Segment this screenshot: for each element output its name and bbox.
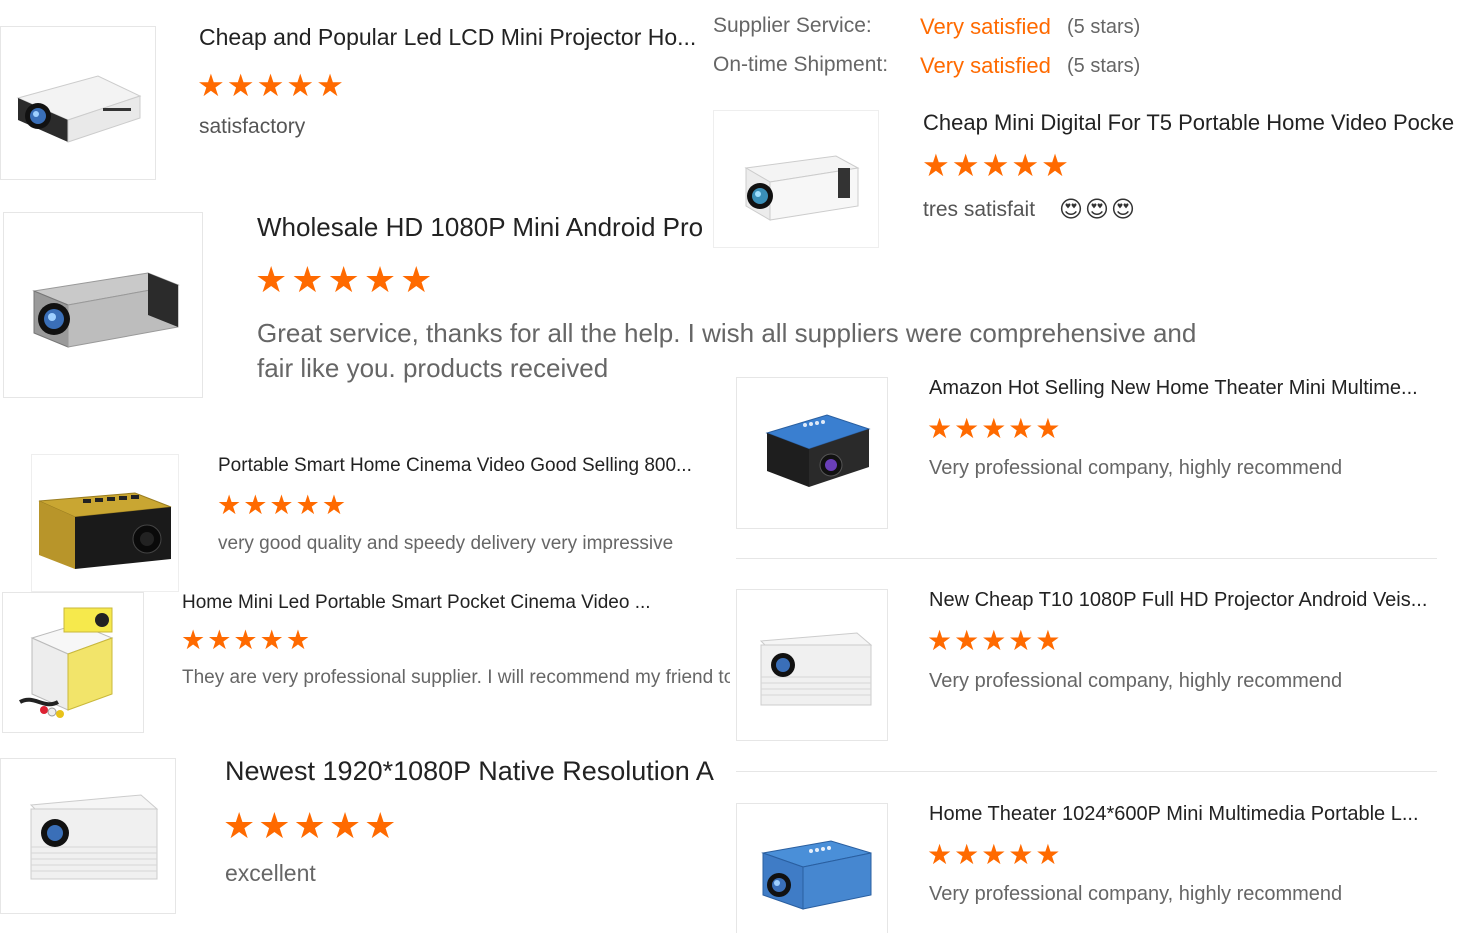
review-comment: very good quality and speedy delivery ve… [218, 533, 674, 554]
product-thumbnail[interactable] [713, 110, 879, 248]
supplier-service-value: Very satisfied [920, 14, 1051, 39]
review-comment: excellent [225, 860, 316, 886]
silver-projector-icon [32, 272, 180, 348]
star-rating: ★★★★★ [197, 68, 346, 103]
review-product-title[interactable]: Portable Smart Home Cinema Video Good Se… [218, 455, 711, 477]
divider [736, 558, 1437, 559]
star-rating: ★★★★★ [223, 805, 400, 846]
review-comment-continued: fair like you. products received [257, 353, 609, 383]
review-product-title[interactable]: Newest 1920*1080P Native Resolution A [225, 756, 730, 787]
product-thumbnail[interactable] [736, 803, 888, 933]
product-thumbnail[interactable] [0, 26, 156, 180]
product-thumbnail[interactable] [0, 758, 176, 914]
review-comment: tres satisfait [923, 198, 1036, 221]
review-comment: Very professional company, highly recomm… [929, 883, 1343, 905]
review-comment: Great service, thanks for all the help. … [257, 318, 1197, 348]
product-thumbnail[interactable] [736, 377, 888, 529]
star-rating: ★★★★★ [927, 839, 1063, 870]
blue-projector-icon [761, 839, 872, 910]
product-thumbnail[interactable] [736, 589, 888, 741]
yellow-mini-projector-icon [19, 607, 114, 718]
product-thumbnail[interactable] [2, 592, 144, 733]
product-thumbnail[interactable] [31, 454, 179, 592]
review-product-title[interactable]: Cheap and Popular Led LCD Mini Projector… [199, 24, 711, 51]
yellow-projector-icon [38, 492, 172, 569]
star-rating: ★★★★★ [927, 413, 1063, 444]
review-comment: They are very professional supplier. I w… [182, 667, 730, 688]
review-comment: Very professional company, highly recomm… [929, 457, 1343, 479]
review-product-title[interactable]: Wholesale HD 1080P Mini Android Pro [257, 212, 711, 243]
review-comment: Very professional company, highly recomm… [929, 670, 1343, 692]
shipment-value: Very satisfied [920, 53, 1051, 78]
star-rating: ★★★★★ [255, 259, 437, 300]
heart-eyes-emoji: 😍😍😍 [1059, 196, 1137, 222]
star-rating: ★★★★★ [217, 490, 349, 520]
white-projector-icon [16, 75, 142, 143]
star-rating: ★★★★★ [181, 625, 313, 655]
shipment-stars: (5 stars) [1067, 55, 1141, 77]
product-thumbnail[interactable] [3, 212, 203, 398]
blue-projector-icon [765, 414, 871, 487]
white-projector-icon [29, 794, 159, 880]
star-rating: ★★★★★ [927, 625, 1063, 656]
white-projector-icon [759, 632, 873, 706]
supplier-service-label: Supplier Service: [713, 14, 872, 37]
review-product-title[interactable]: Home Theater 1024*600P Mini Multimedia P… [929, 803, 1449, 826]
divider [736, 771, 1437, 772]
review-product-title[interactable]: Amazon Hot Selling New Home Theater Mini… [929, 377, 1449, 400]
review-product-title[interactable]: Home Mini Led Portable Smart Pocket Cine… [182, 592, 711, 614]
review-comment: satisfactory [199, 115, 306, 138]
shipment-label: On-time Shipment: [713, 53, 889, 76]
star-rating: ★★★★★ [922, 148, 1071, 183]
review-product-title[interactable]: Cheap Mini Digital For T5 Portable Home … [923, 110, 1462, 136]
supplier-service-stars: (5 stars) [1067, 16, 1141, 38]
white-projector-icon [744, 155, 860, 221]
review-product-title[interactable]: New Cheap T10 1080P Full HD Projector An… [929, 589, 1449, 612]
